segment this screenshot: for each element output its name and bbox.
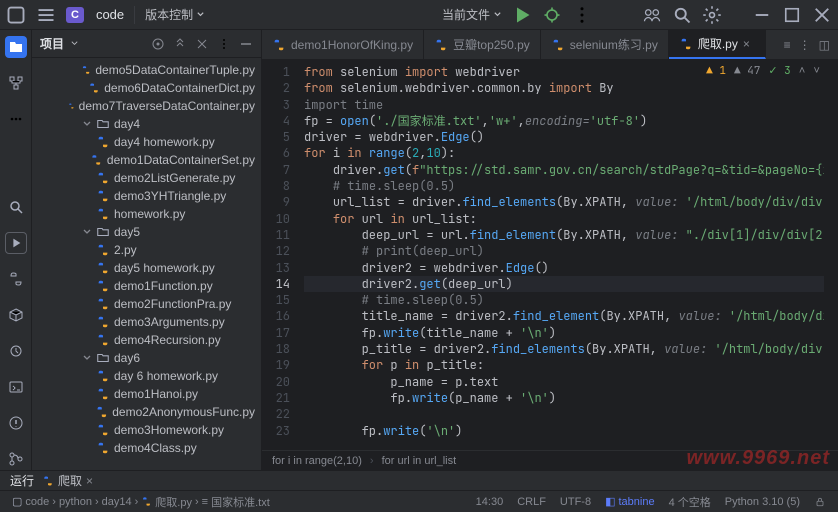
vcs-tool-icon[interactable] [5, 448, 27, 470]
more-tools-icon[interactable] [5, 108, 27, 130]
run-config-dropdown[interactable]: 当前文件 [442, 6, 502, 23]
tabnine-status[interactable]: ◧ tabnine [601, 495, 659, 508]
editor-tab[interactable]: 爬取.py× [669, 30, 766, 59]
run-icon[interactable] [512, 5, 532, 25]
tree-file[interactable]: 2.py [32, 241, 261, 259]
tree-file[interactable]: demo1DataContainerSet.py [32, 151, 261, 169]
maximize-icon[interactable] [782, 5, 802, 25]
more-icon[interactable]: ⋮ [799, 38, 811, 52]
tree-file[interactable]: demo1Function.py [32, 277, 261, 295]
locate-icon[interactable] [151, 37, 165, 51]
editor-area: demo1HonorOfKing.py豆瓣top250.pyselenium练习… [262, 30, 838, 470]
settings-icon[interactable] [702, 5, 722, 25]
bottom-panel: 运行 爬取 × [0, 470, 838, 490]
editor-tab[interactable]: 豆瓣top250.py [424, 30, 541, 59]
project-name[interactable]: code [96, 7, 124, 22]
structure-tool-icon[interactable] [5, 72, 27, 94]
tree-file[interactable]: day4 homework.py [32, 133, 261, 151]
tree-file[interactable]: demo4Class.py [32, 439, 261, 457]
tree-file[interactable]: homework.py [32, 205, 261, 223]
tree-folder[interactable]: day6 [32, 349, 261, 367]
vcs-menu[interactable]: 版本控制 [145, 6, 205, 23]
code-with-me-icon[interactable] [642, 5, 662, 25]
python-console-icon[interactable] [5, 268, 27, 290]
debug-icon[interactable] [542, 5, 562, 25]
code-content[interactable]: from selenium import webdriverfrom selen… [304, 64, 824, 439]
file-tree[interactable]: demo5DataContainerTuple.pydemo6DataConta… [32, 58, 261, 470]
run-panel-title[interactable]: 运行 [10, 472, 34, 489]
project-badge: C [66, 7, 84, 23]
tree-file[interactable]: demo2AnonymousFunc.py [32, 403, 261, 421]
sidebar-more-icon[interactable] [217, 37, 231, 51]
indent-status[interactable]: 4 个空格 [665, 494, 715, 510]
tab-bar: demo1HonorOfKing.py豆瓣top250.pyselenium练习… [262, 30, 838, 60]
sidebar-header: 项目 [32, 30, 261, 58]
tree-file[interactable]: day5 homework.py [32, 259, 261, 277]
chevron-up-icon[interactable]: ˄ [799, 64, 806, 78]
tree-file[interactable]: demo6DataContainerDict.py [32, 79, 261, 97]
split-icon[interactable]: ◫ [819, 38, 830, 52]
run-tool-icon[interactable] [5, 232, 27, 254]
editor-body[interactable]: ▲ 1 ▲ 47 ✓ 3 ˄ ˅ 12345678910111213141516… [262, 60, 838, 450]
interpreter-status[interactable]: Python 3.10 (5) [721, 496, 804, 508]
tree-file[interactable]: demo2FunctionPra.py [32, 295, 261, 313]
tree-folder[interactable]: day5 [32, 223, 261, 241]
tree-file[interactable]: demo3Homework.py [32, 421, 261, 439]
services-icon[interactable] [5, 340, 27, 362]
editor-tab[interactable]: selenium练习.py [541, 30, 669, 59]
project-tool-icon[interactable] [5, 36, 27, 58]
titlebar: C code 版本控制 当前文件 [0, 0, 838, 30]
readonly-icon[interactable] [810, 496, 830, 508]
chevron-down-icon[interactable]: ˅ [813, 64, 820, 78]
editor-tab[interactable]: demo1HonorOfKing.py [262, 30, 424, 59]
tree-file[interactable]: demo1Hanoi.py [32, 385, 261, 403]
list-icon[interactable]: ≡ [784, 38, 791, 52]
more-actions-icon[interactable] [572, 5, 592, 25]
chevron-down-icon[interactable] [70, 39, 79, 48]
app-icon[interactable] [6, 5, 26, 25]
cursor-position[interactable]: 14:30 [472, 496, 508, 508]
packages-icon[interactable] [5, 304, 27, 326]
problems-tool-icon[interactable] [5, 412, 27, 434]
run-panel-tab[interactable]: 爬取 × [42, 472, 93, 489]
code-crumb-bar[interactable]: for i in range(2,10)› for url in url_lis… [262, 450, 838, 470]
tree-file[interactable]: demo2ListGenerate.py [32, 169, 261, 187]
tree-file[interactable]: day 6 homework.py [32, 367, 261, 385]
minimize-icon[interactable] [752, 5, 772, 25]
close-window-icon[interactable] [812, 5, 832, 25]
collapse-all-icon[interactable] [195, 37, 209, 51]
search-icon[interactable] [672, 5, 692, 25]
tree-file[interactable]: demo3Arguments.py [32, 313, 261, 331]
search-tool-icon[interactable] [5, 196, 27, 218]
tree-folder[interactable]: day4 [32, 115, 261, 133]
line-ending[interactable]: CRLF [513, 496, 550, 508]
status-bar: ▢ code › python › day14 › 爬取.py › ≡ 国家标准… [0, 490, 838, 512]
tree-file[interactable]: demo7TraverseDataContainer.py [32, 97, 261, 115]
activity-bar [0, 30, 32, 470]
sidebar-title: 项目 [40, 35, 64, 52]
encoding[interactable]: UTF-8 [556, 496, 595, 508]
tree-file[interactable]: demo3YHTriangle.py [32, 187, 261, 205]
main-menu-icon[interactable] [36, 5, 56, 25]
tree-file[interactable]: demo5DataContainerTuple.py [32, 61, 261, 79]
breadcrumb[interactable]: ▢ code › python › day14 › 爬取.py › ≡ 国家标准… [8, 494, 274, 510]
tree-file[interactable]: demo4Recursion.py [32, 331, 261, 349]
expand-all-icon[interactable] [173, 37, 187, 51]
terminal-tool-icon[interactable] [5, 376, 27, 398]
close-icon[interactable]: × [86, 474, 93, 488]
project-sidebar: 项目 demo5DataContainerTuple.pydemo6DataCo… [32, 30, 262, 470]
inspection-badges[interactable]: ▲ 1 ▲ 47 ✓ 3 ˄ ˅ [706, 64, 820, 78]
close-icon[interactable]: × [743, 37, 755, 51]
line-gutter[interactable]: 1234567891011121314151617181920212223 [262, 60, 298, 439]
hide-sidebar-icon[interactable] [239, 37, 253, 51]
